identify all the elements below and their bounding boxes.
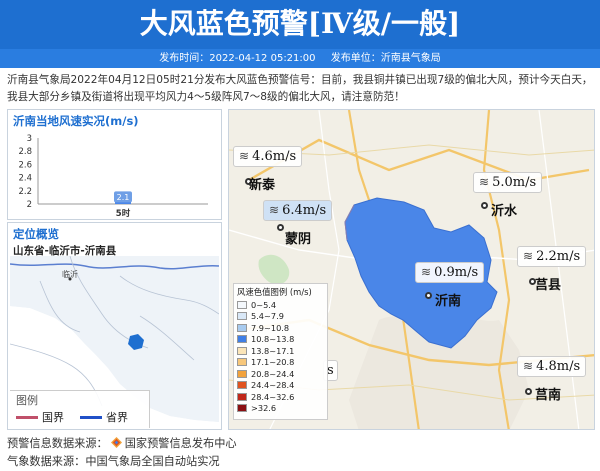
wind-legend-item: 0~5.4 (237, 299, 324, 311)
y-tick-label: 2.8 (18, 147, 32, 157)
publisher: 发布单位：沂南县气象局 (330, 53, 441, 64)
wind-legend-swatch (237, 369, 247, 378)
page-title: 大风蓝色预警[Ⅳ级/一般] (139, 7, 461, 40)
y-tick-label: 3 (27, 134, 32, 144)
wind-legend-label: 24.4~28.4 (251, 380, 295, 391)
wind-legend-swatch (237, 404, 247, 413)
y-tick-label: 2.2 (18, 187, 32, 197)
station-mengyin-speed[interactable]: ≋ 6.4m/s (263, 200, 333, 221)
wind-legend-label: 5.4~7.9 (251, 311, 284, 322)
national-border-swatch (16, 415, 38, 419)
wind-legend-swatch (237, 312, 247, 321)
warning-notice-text: 沂南县气象局2022年04月12日05时21分发布大风蓝色预警信号：目前，我县铜… (7, 74, 593, 103)
wind-icon: ≋ (523, 359, 534, 373)
station-yinan-name: 沂南 (435, 294, 462, 309)
wind-icon: ≋ (239, 149, 250, 163)
publish-meta-bar: 发布时间：2022-04-12 05:21:00 发布单位：沂南县气象局 (0, 49, 600, 68)
title-banner: 大风蓝色预警[Ⅳ级/一般] (0, 0, 600, 49)
wind-legend-label: >32.6 (251, 403, 277, 414)
station-xintai-speed[interactable]: ≋ 4.6m/s (233, 146, 303, 167)
wind-legend-label: 0~5.4 (251, 299, 277, 310)
location-title: 定位概览 (13, 227, 59, 241)
station-junan-name: 莒南 (535, 388, 562, 403)
station-yinan-dot (425, 292, 432, 299)
provincial-border-swatch (80, 415, 102, 419)
wind-legend-label: 7.9~10.8 (251, 322, 290, 333)
wind-legend-swatch (237, 300, 247, 309)
location-overview-map[interactable]: 临沂 图例 国界 省界 (10, 256, 219, 428)
county-wind-map[interactable]: ≋ 4.6m/s 新泰 ≋ 6.4m/s 蒙阴 ≋ 5.0m/s 沂水 ≋ 2.2m/s… (228, 109, 595, 430)
station-yinan-speed[interactable]: ≋ 0.9m/s (415, 262, 485, 283)
station-junan-speed[interactable]: ≋ 4.8m/s (517, 356, 587, 377)
x-tick-label: 5时 (116, 208, 131, 219)
station-juxian-speed[interactable]: ≋ 2.2m/s (517, 246, 587, 267)
wind-legend-swatch (237, 335, 247, 344)
wind-speed-legend: 风速色值图例 (m/s) 0~5.4 5.4~7.9 7.9~10.8 10.8~13… (233, 283, 328, 420)
station-yishui-name: 沂水 (491, 204, 518, 219)
warning-source-org[interactable]: 国家预警信息发布中心 (125, 437, 237, 450)
wind-icon: ≋ (421, 265, 432, 279)
warning-center-logo-icon (110, 437, 122, 448)
wind-legend-item: 5.4~7.9 (237, 311, 324, 323)
overview-city-label: 临沂 (62, 270, 78, 279)
wind-legend-item: 20.8~24.4 (237, 368, 324, 380)
wind-legend-item: >32.6 (237, 403, 324, 415)
wind-legend-item: 13.8~17.1 (237, 345, 324, 357)
wind-legend-swatch (237, 381, 247, 390)
wind-legend-rows: 0~5.4 5.4~7.9 7.9~10.8 10.8~13.8 13.8~17.1 17… (237, 299, 324, 414)
data-label: 2.1 (117, 193, 130, 202)
overview-legend-title: 图例 (16, 394, 38, 407)
wind-legend-item: 28.4~32.6 (237, 391, 324, 403)
wind-speed-chart-panel: 沂南当地风速实况(m/s) 3 2.8 2.6 2.4 2.2 2 2.1 5时 (7, 109, 222, 220)
overview-legend: 图例 国界 省界 (10, 390, 150, 428)
wind-legend-item: 17.1~20.8 (237, 357, 324, 369)
wind-legend-swatch (237, 392, 247, 401)
wind-icon: ≋ (269, 203, 280, 217)
warning-source-label: 预警信息数据来源： (7, 437, 108, 450)
warning-source-line: 预警信息数据来源： 国家预警信息发布中心 (7, 435, 237, 451)
provincial-border-label: 省界 (106, 411, 128, 424)
location-overview-panel: 定位概览 山东省-临沂市-沂南县 临沂 图例 国界 省界 (7, 222, 222, 430)
wind-legend-item: 24.4~28.4 (237, 380, 324, 392)
station-yishui-dot (481, 202, 488, 209)
station-junan-dot (525, 388, 532, 395)
wind-legend-swatch (237, 358, 247, 367)
station-xintai-name: 新泰 (249, 178, 276, 193)
publish-time: 发布时间：2022-04-12 05:21:00 (159, 53, 316, 64)
y-tick-label: 2.6 (18, 160, 32, 170)
wind-icon: ≋ (523, 249, 534, 263)
wind-legend-swatch (237, 346, 247, 355)
wind-legend-swatch (237, 323, 247, 332)
weather-source-line: 气象数据来源：中国气象局全国自动站实况 (7, 455, 220, 468)
overview-legend-row: 国界 省界 (10, 409, 149, 425)
y-tick-label: 2 (27, 200, 32, 210)
station-juxian-name: 莒县 (535, 278, 562, 293)
station-yishui-speed[interactable]: ≋ 5.0m/s (473, 172, 543, 193)
wind-speed-chart: 3 2.8 2.6 2.4 2.2 2 2.1 5时 (18, 134, 208, 219)
wind-legend-item: 10.8~13.8 (237, 334, 324, 346)
y-tick-label: 2.4 (18, 174, 32, 184)
station-mengyin-name: 蒙阴 (285, 232, 312, 247)
wind-legend-label: 28.4~32.6 (251, 391, 295, 402)
wind-legend-label: 17.1~20.8 (251, 357, 295, 368)
wind-legend-label: 20.8~24.4 (251, 368, 295, 379)
station-mengyin-dot (277, 224, 284, 231)
wind-icon: ≋ (479, 175, 490, 189)
wind-legend-label: 10.8~13.8 (251, 334, 295, 345)
wind-legend-label: 13.8~17.1 (251, 345, 295, 356)
national-border-label: 国界 (42, 411, 64, 424)
wind-legend-title: 风速色值图例 (m/s) (237, 287, 312, 297)
wind-legend-item: 7.9~10.8 (237, 322, 324, 334)
